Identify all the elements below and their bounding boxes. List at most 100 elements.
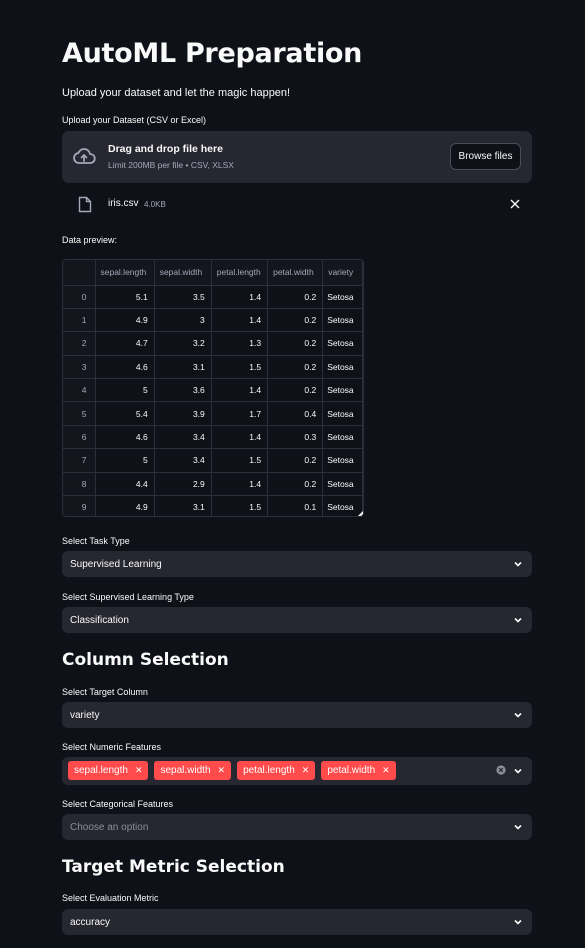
table-cell: 4.9: [95, 495, 155, 516]
selected-tags: sepal.length ✕ sepal.width ✕ petal.length ✕…: [68, 761, 396, 780]
table-row[interactable]: 8 4.4 2.9 1.4 0.2 Setosa: [63, 472, 363, 497]
table-row[interactable]: 5 5.4 3.9 1.7 0.4 Setosa: [63, 401, 363, 426]
browse-files-button[interactable]: Browse files: [450, 143, 521, 170]
table-cell: 3.9: [154, 401, 212, 426]
table-cell: 5: [95, 448, 155, 473]
column-header[interactable]: variety: [322, 260, 363, 286]
table-cell: Setosa: [322, 448, 363, 473]
column-header[interactable]: sepal.length: [95, 260, 155, 286]
table-cell: 1.4: [211, 378, 269, 403]
table-cell: 4.6: [95, 355, 155, 380]
supervised-type-label: Select Supervised Learning Type: [62, 592, 194, 602]
table-cell: 1.5: [211, 495, 269, 516]
tag-label: petal.length: [243, 765, 295, 776]
table-cell: 1.5: [211, 448, 269, 473]
table-header-row: sepal.length sepal.width petal.length pe…: [63, 260, 363, 286]
uploaded-file-row: iris.csv 4.0KB: [62, 193, 532, 215]
table-row[interactable]: 6 4.6 3.4 1.4 0.3 Setosa: [63, 425, 363, 450]
column-header[interactable]: petal.width: [267, 260, 324, 286]
table-cell: 3: [154, 308, 212, 333]
table-cell: 2.9: [154, 472, 212, 497]
table-row[interactable]: 0 5.1 3.5 1.4 0.2 Setosa: [63, 285, 363, 309]
categorical-placeholder: Choose an option: [70, 822, 149, 833]
table-cell: 0.2: [267, 378, 324, 403]
row-index: 3: [63, 355, 96, 380]
table-cell: 3.5: [154, 285, 212, 309]
table-cell: 3.6: [154, 378, 212, 403]
target-metric-heading: Target Metric Selection: [62, 857, 285, 877]
table-cell: 3.2: [154, 331, 212, 356]
row-index: 4: [63, 378, 96, 403]
target-column-select[interactable]: variety: [62, 702, 532, 728]
supervised-type-value: Classification: [70, 615, 129, 626]
table-cell: 4.9: [95, 308, 155, 333]
table-cell: 1.3: [211, 331, 269, 356]
close-icon[interactable]: [510, 199, 520, 209]
column-header[interactable]: sepal.width: [154, 260, 212, 286]
column-selection-heading: Column Selection: [62, 650, 229, 670]
table-cell: Setosa: [322, 308, 363, 333]
column-header[interactable]: petal.length: [211, 260, 269, 286]
uploaded-file-size: 4.0KB: [144, 200, 166, 209]
table-cell: 0.4: [267, 401, 324, 426]
task-type-select[interactable]: Supervised Learning: [62, 551, 532, 577]
table-row[interactable]: 1 4.9 3 1.4 0.2 Setosa: [63, 308, 363, 333]
table-cell: 0.2: [267, 448, 324, 473]
table-cell: 4.4: [95, 472, 155, 497]
feature-tag: petal.width ✕: [321, 761, 396, 780]
row-index: 2: [63, 331, 96, 356]
table-row[interactable]: 3 4.6 3.1 1.5 0.2 Setosa: [63, 355, 363, 380]
upload-label: Upload your Dataset (CSV or Excel): [62, 115, 207, 125]
clear-all-icon[interactable]: [496, 765, 506, 775]
table-row[interactable]: 7 5 3.4 1.5 0.2 Setosa: [63, 448, 363, 473]
task-type-value: Supervised Learning: [70, 559, 162, 570]
chevron-down-icon: [514, 919, 522, 925]
row-index: 9: [63, 495, 96, 516]
upload-limit-text: Limit 200MB per file • CSV, XLSX: [108, 160, 234, 170]
table-cell: 5.1: [95, 285, 155, 309]
categorical-features-label: Select Categorical Features: [62, 799, 174, 809]
table-cell: 5.4: [95, 401, 155, 426]
table-cell: Setosa: [322, 495, 363, 516]
tag-label: sepal.width: [160, 765, 211, 776]
evaluation-metric-select[interactable]: accuracy: [62, 909, 532, 935]
feature-tag: sepal.width ✕: [154, 761, 232, 780]
supervised-type-select[interactable]: Classification: [62, 607, 532, 633]
table-row[interactable]: 9 4.9 3.1 1.5 0.1 Setosa: [63, 495, 363, 516]
tag-label: petal.width: [327, 765, 376, 776]
table-cell: 4.6: [95, 425, 155, 450]
chevron-down-icon: [514, 712, 522, 718]
table-row[interactable]: 2 4.7 3.2 1.3 0.2 Setosa: [63, 331, 363, 356]
remove-tag-icon[interactable]: ✕: [135, 765, 143, 776]
feature-tag: sepal.length ✕: [68, 761, 149, 780]
data-preview-table[interactable]: sepal.length sepal.width petal.length pe…: [62, 259, 364, 517]
table-cell: 1.7: [211, 401, 269, 426]
table-cell: 3.1: [154, 495, 212, 516]
target-column-label: Select Target Column: [62, 687, 148, 697]
table-cell: 1.4: [211, 308, 269, 333]
table-cell: 1.4: [211, 472, 269, 497]
chevron-down-icon: [514, 561, 522, 567]
chevron-down-icon: [514, 768, 522, 774]
numeric-features-label: Select Numeric Features: [62, 742, 162, 752]
remove-tag-icon[interactable]: ✕: [382, 765, 390, 776]
table-cell: 3.1: [154, 355, 212, 380]
table-cell: 3.4: [154, 448, 212, 473]
table-cell: 0.2: [267, 355, 324, 380]
target-column-value: variety: [70, 710, 100, 721]
table-cell: Setosa: [322, 472, 363, 497]
row-index: 0: [63, 285, 96, 309]
chevron-down-icon: [514, 824, 522, 830]
categorical-features-multiselect[interactable]: Choose an option: [62, 814, 532, 840]
page-title: AutoML Preparation: [62, 38, 363, 69]
table-cell: 0.3: [267, 425, 324, 450]
table-resize-handle[interactable]: [358, 511, 363, 516]
file-uploader-dropzone[interactable]: Drag and drop file here Limit 200MB per …: [62, 131, 532, 183]
remove-tag-icon[interactable]: ✕: [302, 765, 310, 776]
table-row[interactable]: 4 5 3.6 1.4 0.2 Setosa: [63, 378, 363, 403]
table-cell: 1.5: [211, 355, 269, 380]
numeric-features-multiselect[interactable]: sepal.length ✕ sepal.width ✕ petal.length ✕…: [62, 757, 532, 785]
remove-tag-icon[interactable]: ✕: [218, 765, 226, 776]
table-cell: 1.4: [211, 425, 269, 450]
uploaded-file-name: iris.csv: [108, 198, 139, 209]
